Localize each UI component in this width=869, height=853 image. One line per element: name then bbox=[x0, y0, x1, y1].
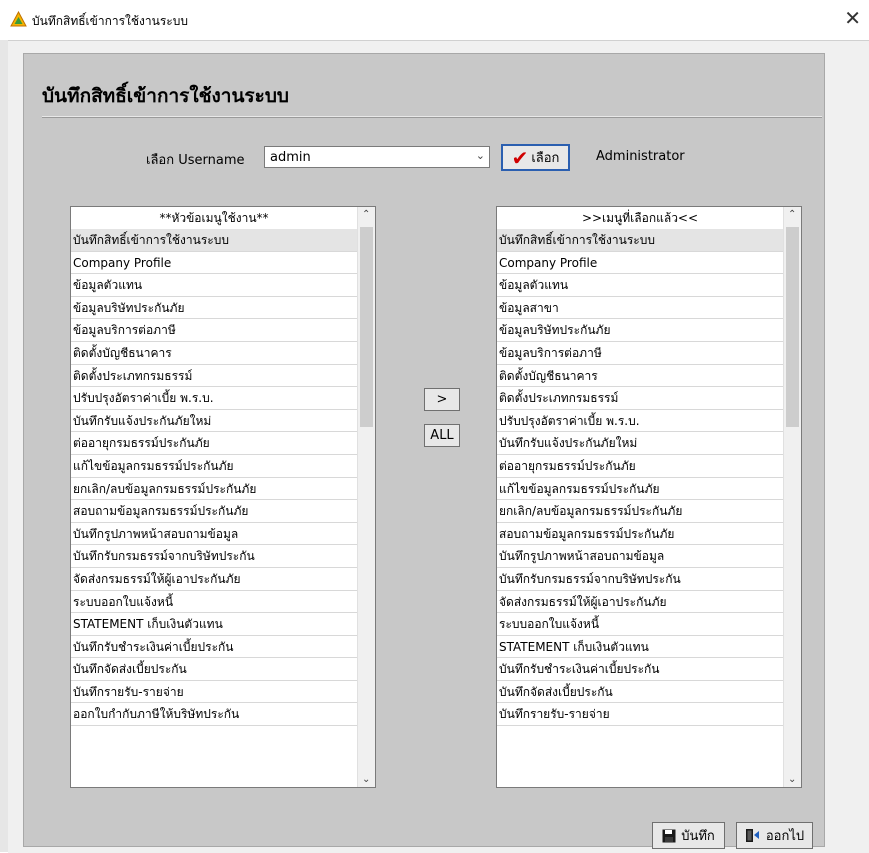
exit-door-icon bbox=[745, 829, 759, 842]
list-item[interactable]: บันทึกรับกรมธรรม์จากบริษัทประกัน bbox=[497, 568, 783, 591]
exit-button-label: ออกไป bbox=[765, 829, 805, 844]
list-item[interactable]: ติดตั้งประเภทกรมธรรม์ bbox=[497, 387, 783, 410]
list-item[interactable]: สอบถามข้อมูลกรมธรรม์ประกันภัย bbox=[71, 500, 357, 523]
scroll-up-icon[interactable]: ⌃ bbox=[788, 209, 796, 220]
username-label: เลือก Username bbox=[146, 153, 245, 168]
list-item[interactable]: Company Profile bbox=[71, 252, 357, 275]
list-item[interactable]: ติดตั้งประเภทกรมธรรม์ bbox=[71, 365, 357, 388]
list-item[interactable]: ข้อมูลสาขา bbox=[497, 297, 783, 320]
list-item[interactable]: แก้ไขข้อมูลกรมธรรม์ประกันภัย bbox=[497, 478, 783, 501]
scroll-thumb[interactable] bbox=[360, 227, 373, 427]
list-item[interactable]: จัดส่งกรมธรรม์ให้ผู้เอาประกันภัย bbox=[71, 568, 357, 591]
window-title: บันทึกสิทธิ์เข้าการใช้งานระบบ bbox=[32, 14, 188, 28]
list-item[interactable]: ข้อมูลบริการต่อภาษี bbox=[71, 319, 357, 342]
list-item[interactable]: ข้อมูลตัวแทน bbox=[497, 274, 783, 297]
list-item[interactable]: บันทึกรายรับ-รายจ่าย bbox=[497, 703, 783, 727]
scroll-up-icon[interactable]: ⌃ bbox=[362, 209, 370, 220]
user-fullname: Administrator bbox=[596, 149, 685, 164]
move-selected-button[interactable]: > bbox=[424, 388, 460, 411]
list-item[interactable]: บันทึกรูปภาพหน้าสอบถามข้อมูล bbox=[497, 545, 783, 568]
window-left-edge bbox=[0, 40, 8, 852]
select-button-label: เลือก bbox=[531, 151, 560, 166]
check-icon: ✔ bbox=[511, 145, 529, 170]
list-item[interactable]: บันทึกรับชำระเงินค่าเบี้ยประกัน bbox=[497, 658, 783, 681]
list-item[interactable]: บันทึกสิทธิ์เข้าการใช้งานระบบ bbox=[71, 229, 357, 252]
list-item[interactable]: แก้ไขข้อมูลกรมธรรม์ประกันภัย bbox=[71, 455, 357, 478]
move-all-button[interactable]: ALL bbox=[424, 424, 460, 447]
exit-button[interactable]: ออกไป bbox=[736, 822, 813, 849]
list-item[interactable]: STATEMENT เก็บเงินตัวแทน bbox=[497, 636, 783, 659]
scroll-down-icon[interactable]: ⌄ bbox=[788, 774, 796, 785]
list-item[interactable]: STATEMENT เก็บเงินตัวแทน bbox=[71, 613, 357, 636]
title-divider bbox=[42, 116, 822, 118]
list-item[interactable]: ระบบออกใบแจ้งหนี้ bbox=[71, 591, 357, 614]
list-item[interactable]: ยกเลิก/ลบข้อมูลกรมธรรม์ประกันภัย bbox=[497, 500, 783, 523]
username-value: admin bbox=[270, 150, 311, 165]
available-list-header: **หัวข้อเมนูใช้งาน** bbox=[159, 211, 269, 225]
list-item[interactable]: บันทึกจัดส่งเบี้ยประกัน bbox=[71, 658, 357, 681]
app-logo-icon bbox=[10, 11, 27, 27]
list-item[interactable]: บันทึกรูปภาพหน้าสอบถามข้อมูล bbox=[71, 523, 357, 546]
available-menu-list[interactable]: **หัวข้อเมนูใช้งาน** บันทึกสิทธิ์เข้าการ… bbox=[70, 206, 376, 788]
window-client-area: บันทึกสิทธิ์เข้าการใช้งานระบบ เลือก User… bbox=[8, 40, 869, 853]
list-item[interactable]: ระบบออกใบแจ้งหนี้ bbox=[497, 613, 783, 636]
available-list-scrollbar[interactable]: ⌃ ⌄ bbox=[357, 207, 375, 787]
floppy-disk-icon bbox=[662, 829, 676, 842]
list-item[interactable]: ปรับปรุงอัตราค่าเบี้ย พ.ร.บ. bbox=[497, 410, 783, 433]
scroll-thumb[interactable] bbox=[786, 227, 799, 427]
username-combobox[interactable]: admin ⌄ bbox=[264, 146, 490, 168]
save-button[interactable]: บันทึก bbox=[652, 822, 725, 849]
close-icon[interactable]: ✕ bbox=[844, 6, 861, 30]
list-item[interactable]: ต่ออายุกรมธรรม์ประกันภัย bbox=[497, 455, 783, 478]
selected-menu-list[interactable]: >>เมนูที่เลือกแล้ว<< บันทึกสิทธิ์เข้าการ… bbox=[496, 206, 802, 788]
list-item[interactable]: ปรับปรุงอัตราค่าเบี้ย พ.ร.บ. bbox=[71, 387, 357, 410]
list-item[interactable]: ข้อมูลบริษัทประกันภัย bbox=[497, 319, 783, 342]
list-item[interactable]: บันทึกรับแจ้งประกันภัยใหม่ bbox=[497, 432, 783, 455]
list-item[interactable]: ต่ออายุกรมธรรม์ประกันภัย bbox=[71, 432, 357, 455]
list-item[interactable]: สอบถามข้อมูลกรมธรรม์ประกันภัย bbox=[497, 523, 783, 546]
list-item[interactable]: Company Profile bbox=[497, 252, 783, 275]
save-button-label: บันทึก bbox=[681, 829, 715, 844]
selected-list-header: >>เมนูที่เลือกแล้ว<< bbox=[581, 211, 699, 225]
list-item[interactable]: ติดตั้งบัญชีธนาคาร bbox=[71, 342, 357, 365]
list-item[interactable]: ออกใบกำกับภาษีให้บริษัทประกัน bbox=[71, 703, 357, 727]
list-item[interactable]: บันทึกรายรับ-รายจ่าย bbox=[71, 681, 357, 704]
list-item[interactable]: ข้อมูลบริษัทประกันภัย bbox=[71, 297, 357, 320]
list-item[interactable]: ยกเลิก/ลบข้อมูลกรมธรรม์ประกันภัย bbox=[71, 478, 357, 501]
list-item[interactable]: บันทึกจัดส่งเบี้ยประกัน bbox=[497, 681, 783, 704]
title-bar: บันทึกสิทธิ์เข้าการใช้งานระบบ ✕ bbox=[0, 0, 869, 40]
list-item[interactable]: บันทึกรับกรมธรรม์จากบริษัทประกัน bbox=[71, 545, 357, 568]
list-item[interactable]: จัดส่งกรมธรรม์ให้ผู้เอาประกันภัย bbox=[497, 591, 783, 614]
page-title: บันทึกสิทธิ์เข้าการใช้งานระบบ bbox=[42, 85, 289, 107]
chevron-down-icon[interactable]: ⌄ bbox=[476, 149, 485, 162]
list-item[interactable]: บันทึกรับแจ้งประกันภัยใหม่ bbox=[71, 410, 357, 433]
list-item[interactable]: ติดตั้งบัญชีธนาคาร bbox=[497, 365, 783, 388]
list-item[interactable]: ข้อมูลตัวแทน bbox=[71, 274, 357, 297]
list-item[interactable]: บันทึกสิทธิ์เข้าการใช้งานระบบ bbox=[497, 229, 783, 252]
selected-list-scrollbar[interactable]: ⌃ ⌄ bbox=[783, 207, 801, 787]
list-item[interactable]: บันทึกรับชำระเงินค่าเบี้ยประกัน bbox=[71, 636, 357, 659]
scroll-down-icon[interactable]: ⌄ bbox=[362, 774, 370, 785]
main-panel: บันทึกสิทธิ์เข้าการใช้งานระบบ เลือก User… bbox=[23, 53, 825, 849]
select-user-button[interactable]: ✔ เลือก bbox=[501, 144, 570, 171]
list-item[interactable]: ข้อมูลบริการต่อภาษี bbox=[497, 342, 783, 365]
